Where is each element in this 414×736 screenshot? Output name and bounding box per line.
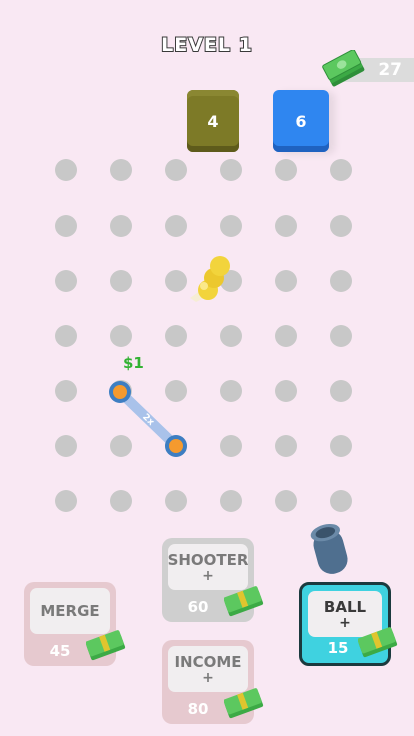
- peg: [330, 215, 352, 237]
- peg: [220, 159, 242, 181]
- peg: [330, 325, 352, 347]
- ball-label: BALL: [323, 598, 367, 616]
- peg: [165, 215, 187, 237]
- income-label: INCOME: [174, 653, 242, 671]
- peg: [275, 380, 297, 402]
- peg: [330, 380, 352, 402]
- ball-cluster: [190, 256, 230, 302]
- peg: [110, 325, 132, 347]
- peg: [110, 215, 132, 237]
- peg: [55, 270, 77, 292]
- income-plus: +: [202, 670, 214, 686]
- cash-icon: [224, 688, 264, 719]
- ball-cannon: [310, 523, 348, 574]
- target-block: 4: [187, 90, 239, 152]
- peg: [330, 270, 352, 292]
- cash-stack-icon: [322, 50, 365, 87]
- peg: [55, 325, 77, 347]
- peg: [330, 159, 352, 181]
- peg: [165, 325, 187, 347]
- money-count: 27: [378, 60, 402, 80]
- cash-icon: [358, 627, 398, 658]
- peg: [110, 159, 132, 181]
- peg: [220, 380, 242, 402]
- peg: [55, 159, 77, 181]
- bumper-connector[interactable]: 2x: [104, 376, 194, 466]
- cash-icon: [224, 586, 264, 617]
- peg: [55, 490, 77, 512]
- peg: [275, 490, 297, 512]
- price-label: $1: [123, 354, 144, 372]
- peg: [110, 270, 132, 292]
- ball-button[interactable]: BALL + 15: [299, 582, 398, 666]
- peg: [165, 490, 187, 512]
- peg: [55, 215, 77, 237]
- merge-button[interactable]: MERGE 45: [24, 582, 126, 666]
- merge-label: MERGE: [40, 602, 100, 620]
- peg: [275, 159, 297, 181]
- shooter-plus: +: [202, 568, 214, 584]
- income-button[interactable]: INCOME + 80: [162, 640, 264, 724]
- peg: [330, 490, 352, 512]
- peg: [275, 215, 297, 237]
- peg: [55, 380, 77, 402]
- peg: [275, 325, 297, 347]
- peg: [220, 490, 242, 512]
- target-block: 6: [273, 90, 329, 152]
- peg: [330, 435, 352, 457]
- ball-plus: +: [339, 615, 351, 631]
- peg: [165, 159, 187, 181]
- peg: [275, 435, 297, 457]
- peg: [55, 435, 77, 457]
- peg: [220, 435, 242, 457]
- peg: [220, 215, 242, 237]
- peg: [220, 325, 242, 347]
- shooter-label: SHOOTER: [167, 551, 249, 569]
- peg: [275, 270, 297, 292]
- cash-icon: [86, 630, 126, 661]
- peg: [110, 490, 132, 512]
- shooter-button[interactable]: SHOOTER + 60: [162, 538, 264, 622]
